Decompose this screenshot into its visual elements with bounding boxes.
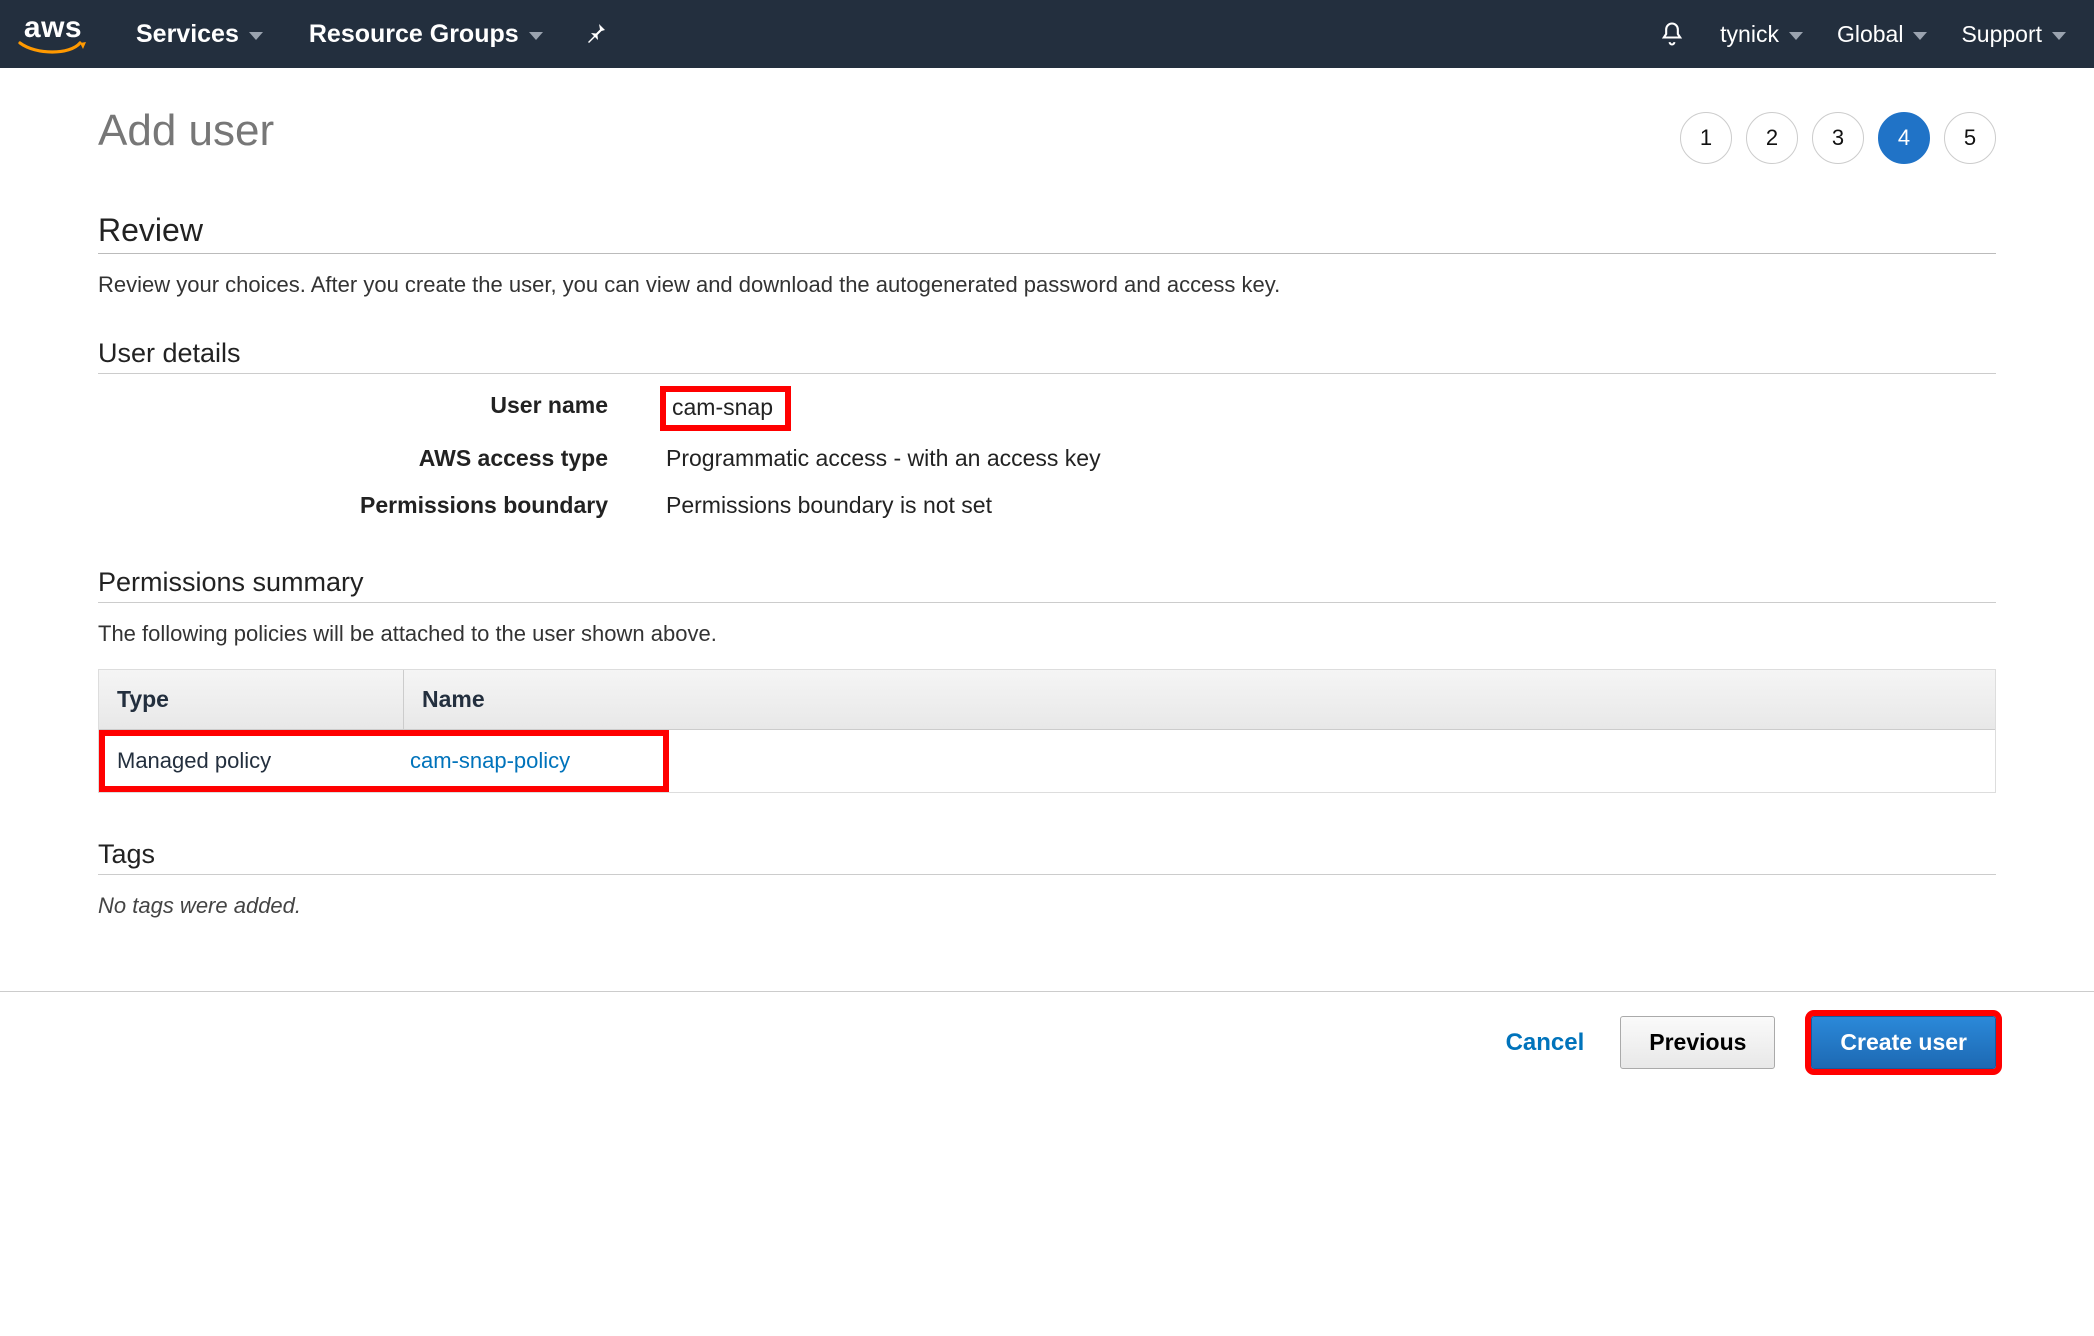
policy-type-cell: Managed policy: [105, 736, 398, 786]
permissions-rule: [98, 602, 1996, 603]
nav-username[interactable]: tynick: [1720, 21, 1803, 48]
step-3[interactable]: 3: [1812, 112, 1864, 164]
permissions-header-row: Type Name: [99, 670, 1995, 730]
step-4-label: 4: [1898, 125, 1910, 151]
aws-logo[interactable]: aws: [18, 13, 88, 55]
aws-smile-icon: [18, 41, 88, 55]
step-2[interactable]: 2: [1746, 112, 1798, 164]
step-5[interactable]: 5: [1944, 112, 1996, 164]
header-row: Add user 1 2 3 4 5: [98, 106, 1996, 164]
permissions-table: Type Name Managed policy cam-snap-policy: [98, 669, 1996, 793]
wizard-steps: 1 2 3 4 5: [1680, 112, 1996, 164]
nav-support[interactable]: Support: [1961, 21, 2066, 48]
access-type-value: Programmatic access - with an access key: [666, 445, 1996, 472]
page-title: Add user: [98, 106, 274, 156]
user-name-label: User name: [490, 392, 608, 425]
aws-logo-text: aws: [24, 13, 82, 43]
perm-boundary-label: Permissions boundary: [360, 492, 608, 519]
previous-button[interactable]: Previous: [1620, 1016, 1775, 1069]
nav-region-label: Global: [1837, 21, 1903, 48]
access-type-label: AWS access type: [419, 445, 608, 472]
tags-message: No tags were added.: [98, 893, 1996, 919]
perm-boundary-value: Permissions boundary is not set: [666, 492, 1996, 519]
caret-down-icon: [1789, 32, 1803, 40]
footer-bar: Cancel Previous Create user: [0, 991, 2094, 1101]
step-4[interactable]: 4: [1878, 112, 1930, 164]
tags-heading: Tags: [98, 839, 1996, 870]
nav-resource-groups-label: Resource Groups: [309, 20, 519, 49]
pin-icon: [585, 22, 609, 46]
caret-down-icon: [2052, 32, 2066, 40]
user-name-value-text: cam-snap: [672, 394, 773, 420]
table-row: Managed policy cam-snap-policy: [99, 730, 1995, 792]
review-rule: [98, 253, 1996, 254]
permissions-col-name: Name: [404, 670, 1995, 730]
user-details-heading: User details: [98, 338, 1996, 369]
nav-right: tynick Global Support: [1658, 20, 2066, 48]
nav-region[interactable]: Global: [1837, 21, 1927, 48]
step-3-label: 3: [1832, 125, 1844, 151]
nav-resource-groups[interactable]: Resource Groups: [309, 20, 543, 49]
review-help: Review your choices. After you create th…: [98, 272, 1996, 298]
caret-down-icon: [1913, 32, 1927, 40]
user-details-rule: [98, 373, 1996, 374]
permissions-col-type: Type: [99, 670, 404, 730]
user-name-highlight: cam-snap: [660, 386, 791, 431]
user-name-value: cam-snap: [666, 392, 1996, 425]
nav-notifications[interactable]: [1658, 20, 1686, 48]
nav-services-label: Services: [136, 20, 239, 49]
permissions-heading: Permissions summary: [98, 567, 1996, 598]
step-5-label: 5: [1964, 125, 1976, 151]
nav-username-label: tynick: [1720, 21, 1779, 48]
step-1-label: 1: [1700, 125, 1712, 151]
nav-support-label: Support: [1961, 21, 2042, 48]
tags-rule: [98, 874, 1996, 875]
cancel-button[interactable]: Cancel: [1506, 1029, 1585, 1057]
permissions-help: The following policies will be attached …: [98, 621, 1996, 647]
top-nav: aws Services Resource Groups tynick Glob: [0, 0, 2094, 68]
policy-name-cell: cam-snap-policy: [398, 736, 582, 786]
user-details-grid: User name cam-snap AWS access type Progr…: [98, 392, 1996, 519]
create-user-button[interactable]: Create user: [1811, 1016, 1996, 1069]
content: Add user 1 2 3 4 5 Review Review your ch…: [0, 68, 2094, 919]
policy-row-highlight: Managed policy cam-snap-policy: [99, 730, 669, 792]
caret-down-icon: [249, 32, 263, 40]
step-2-label: 2: [1766, 125, 1778, 151]
nav-services[interactable]: Services: [136, 20, 263, 49]
step-1[interactable]: 1: [1680, 112, 1732, 164]
caret-down-icon: [529, 32, 543, 40]
nav-pin[interactable]: [585, 22, 609, 46]
bell-icon: [1658, 20, 1686, 48]
policy-name-link[interactable]: cam-snap-policy: [410, 748, 570, 773]
review-heading: Review: [98, 212, 1996, 249]
